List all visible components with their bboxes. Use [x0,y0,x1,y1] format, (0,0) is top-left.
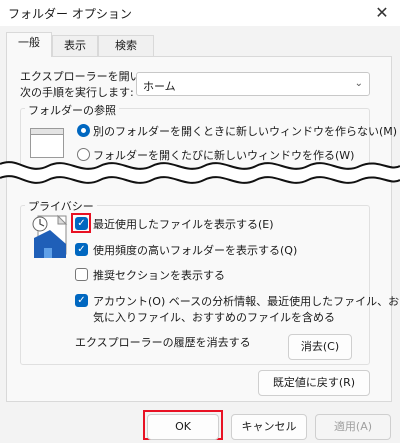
radio-same-window[interactable] [77,124,90,137]
recommended-label[interactable]: 推奨セクションを表示する [93,267,225,283]
chevron-down-icon: ⌄ [354,78,363,89]
account-insights-label-2[interactable]: 気に入りファイル、おすすめのファイルを含める [93,309,335,325]
browse-folders-legend: フォルダーの参照 [25,102,119,118]
privacy-legend: プライバシー [25,198,97,214]
open-explorer-select[interactable]: ホーム ⌄ [136,72,370,96]
ok-button[interactable]: OK [147,414,219,440]
folder-window-icon [30,128,64,158]
cancel-button[interactable]: キャンセル [231,414,307,440]
recent-files-label[interactable]: 最近使用したファイルを表示する(E) [93,216,274,232]
tab-view[interactable]: 表示 [52,35,98,57]
checkbox-recommended[interactable] [75,268,88,281]
close-icon[interactable]: ✕ [370,1,394,23]
radio-same-window-label[interactable]: 別のフォルダーを開くときに新しいウィンドウを作らない(M) [93,123,397,139]
tab-general[interactable]: 一般 [6,32,52,57]
privacy-document-icon [32,214,68,258]
restore-defaults-button[interactable]: 既定値に戻す(R) [258,370,370,396]
open-explorer-value: ホーム [143,80,176,93]
account-insights-label-1[interactable]: アカウント(O) ベースの分析情報、最近使用したファイル、お [93,293,399,309]
torn-edge-divider [0,161,400,184]
window-title: フォルダー オプション [8,7,132,21]
checkbox-frequent-folders[interactable]: ✓ [75,243,88,256]
open-explorer-label-2: 次の手順を実行します: [20,86,134,99]
checkbox-account-insights[interactable]: ✓ [75,294,88,307]
clear-button[interactable]: 消去(C) [288,334,352,360]
frequent-folders-label[interactable]: 使用頻度の高いフォルダーを表示する(Q) [93,242,297,258]
checkbox-recent-files[interactable]: ✓ [75,217,88,230]
title-bar: フォルダー オプション ✕ [0,0,400,26]
apply-button[interactable]: 適用(A) [315,414,391,440]
tab-search[interactable]: 検索 [98,35,154,57]
clear-history-label: エクスプローラーの履歴を消去する [75,336,251,349]
